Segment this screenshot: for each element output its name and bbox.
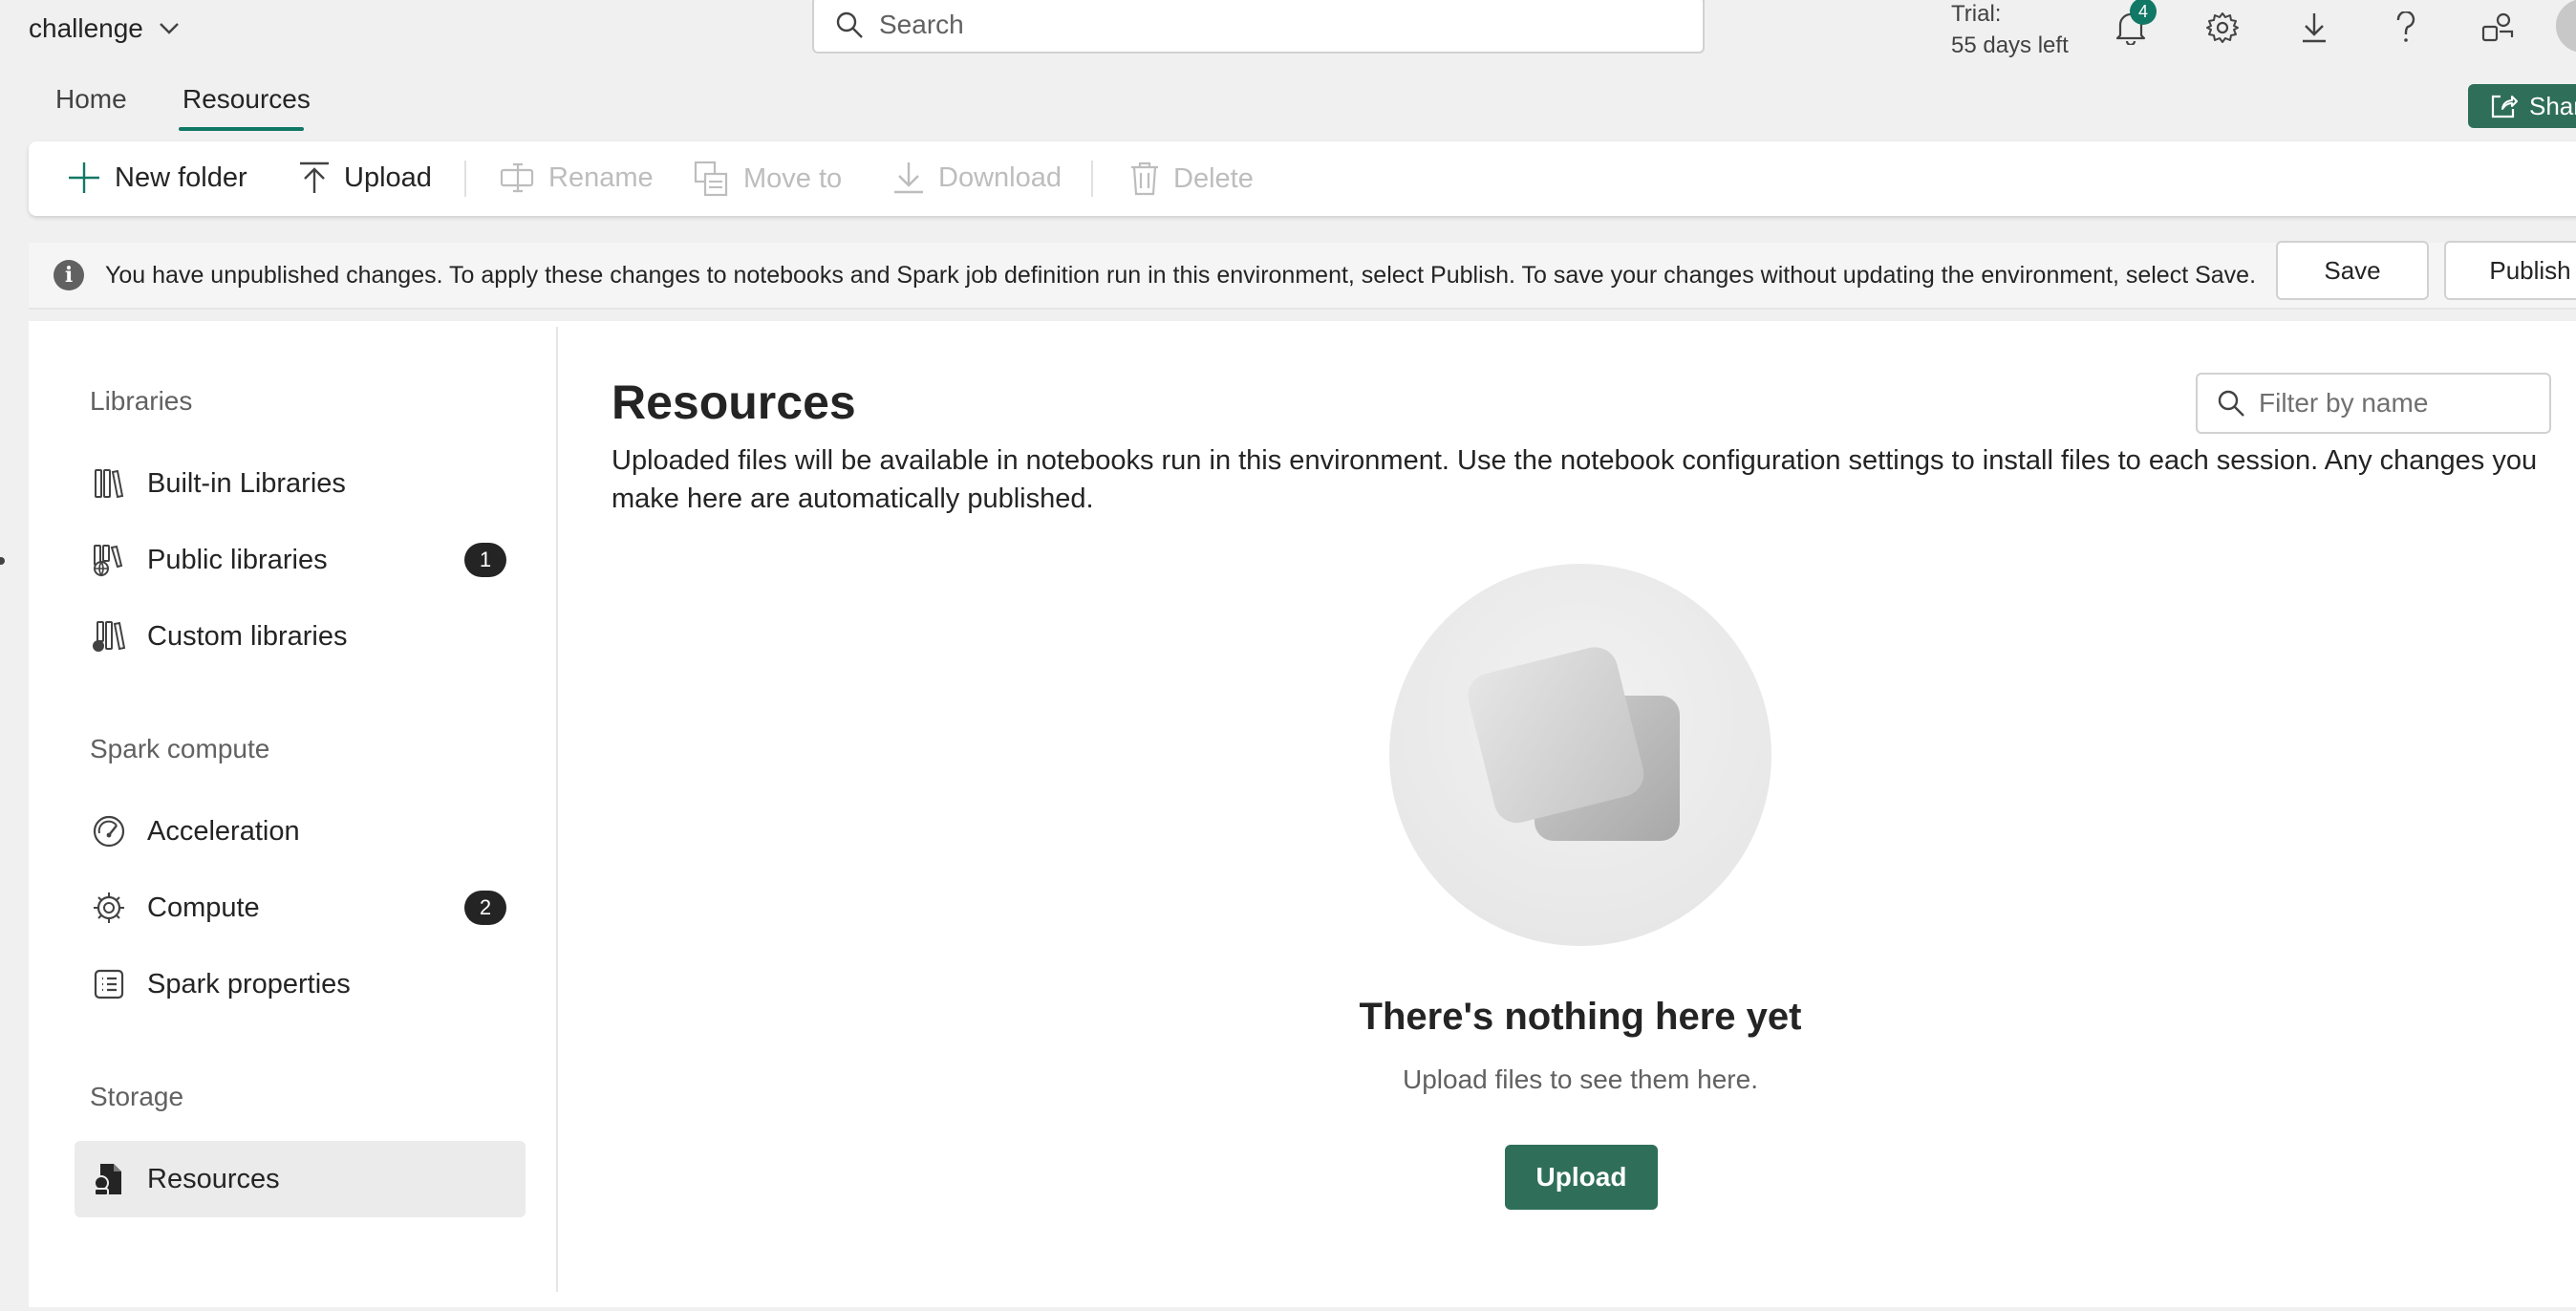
search-icon	[835, 11, 864, 39]
sidebar-item-compute[interactable]: Compute 2	[75, 870, 526, 946]
search-icon	[2217, 389, 2245, 418]
delete-button[interactable]: Delete	[1129, 161, 1254, 197]
move-icon	[694, 161, 730, 197]
sidebar-item-acceleration[interactable]: Acceleration	[75, 793, 526, 870]
active-tab-indicator	[179, 127, 304, 131]
filter-placeholder: Filter by name	[2259, 388, 2429, 418]
sidebar-item-label: Public libraries	[147, 544, 328, 575]
page-description: Uploaded files will be available in note…	[612, 445, 2538, 514]
unpublished-message: You have unpublished changes. To apply t…	[105, 262, 2257, 289]
speedometer-icon	[90, 812, 128, 850]
save-button[interactable]: Save	[2276, 241, 2429, 300]
account-manager-button[interactable]	[2476, 6, 2520, 50]
custom-library-icon	[90, 617, 128, 656]
info-icon: i	[54, 260, 84, 290]
search-placeholder: Search	[879, 10, 964, 39]
new-folder-label: New folder	[115, 161, 247, 193]
toolbar-divider	[1091, 161, 1093, 197]
avatar[interactable]	[2553, 0, 2576, 55]
sidebar-item-label: Resources	[147, 1163, 280, 1194]
filter-by-name-input[interactable]: Filter by name	[2196, 373, 2551, 434]
settings-button[interactable]	[2200, 6, 2244, 50]
empty-state-title: There's nothing here yet	[1359, 996, 1802, 1038]
publish-button[interactable]: Publish	[2444, 241, 2576, 300]
unpublished-changes-bar: i You have unpublished changes. To apply…	[29, 241, 2576, 310]
sidebar-item-resources[interactable]: Resources	[75, 1141, 526, 1217]
share-button[interactable]: Share	[2468, 84, 2576, 128]
gear-icon	[2205, 11, 2240, 45]
libraries-section-header: Libraries	[90, 386, 193, 416]
chip-icon	[90, 889, 128, 927]
upload-toolbar-button[interactable]: Upload	[298, 161, 432, 195]
sidebar-item-custom-libraries[interactable]: Custom libraries	[75, 598, 526, 675]
search-box[interactable]: Search	[812, 0, 1705, 54]
download-button[interactable]	[2292, 6, 2336, 50]
sidebar-item-label: Built-in Libraries	[147, 467, 346, 499]
list-icon	[90, 965, 128, 1003]
empty-state-illustration	[1389, 564, 1771, 946]
upload-button[interactable]: Upload	[1505, 1145, 1658, 1210]
rename-label: Rename	[548, 161, 654, 193]
sidebar-item-label: Custom libraries	[147, 620, 348, 652]
share-icon	[2489, 92, 2518, 120]
sidebar-item-public-libraries[interactable]: Public libraries 1	[75, 522, 526, 598]
download-label: Download	[938, 161, 1062, 193]
share-label: Share	[2529, 91, 2576, 120]
upload-label: Upload	[344, 161, 432, 193]
trial-label: Trial:	[1951, 1, 2002, 27]
workspace-name: challenge	[29, 13, 143, 43]
download-icon	[892, 161, 925, 195]
download-toolbar-button[interactable]: Download	[892, 161, 1062, 195]
compute-count-badge: 2	[464, 891, 506, 925]
public-libraries-count-badge: 1	[464, 543, 506, 577]
sidebar-item-built-in-libraries[interactable]: Built-in Libraries	[75, 445, 526, 522]
trial-days: 55 days left	[1951, 32, 2069, 58]
page-title: Resources	[612, 376, 856, 429]
trial-status[interactable]: Trial: 55 days left	[1951, 0, 2069, 61]
move-to-button[interactable]: Move to	[694, 161, 842, 197]
help-button[interactable]	[2384, 6, 2428, 50]
spark-compute-section-header: Spark compute	[90, 734, 270, 763]
toolbar-divider	[464, 161, 466, 197]
move-to-label: Move to	[743, 162, 843, 194]
tab-resources[interactable]: Resources	[182, 84, 311, 115]
sidebar-item-label: Compute	[147, 892, 260, 923]
sidebar-item-label: Acceleration	[147, 815, 300, 847]
sidebar-item-spark-properties[interactable]: Spark properties	[75, 946, 526, 1022]
toolbar: New folder Upload Rename Move to Downloa…	[29, 141, 2576, 216]
tab-home[interactable]: Home	[55, 84, 127, 115]
rename-button[interactable]: Rename	[499, 161, 654, 195]
sidebar-divider	[556, 327, 558, 1292]
workspace-selector[interactable]: challenge	[29, 8, 180, 50]
delete-icon	[1129, 161, 1160, 197]
sidebar-item-label: Spark properties	[147, 968, 351, 999]
chevron-down-icon	[159, 22, 180, 35]
globe-library-icon	[90, 541, 128, 579]
download-icon	[2300, 11, 2329, 44]
document-icon	[90, 1160, 128, 1198]
library-icon	[90, 464, 128, 503]
new-folder-button[interactable]: New folder	[67, 161, 247, 195]
rename-icon	[499, 161, 535, 195]
upload-icon	[298, 161, 331, 195]
add-icon	[67, 161, 101, 195]
people-icon	[2480, 11, 2515, 45]
resize-handle[interactable]	[0, 557, 5, 565]
help-icon	[2394, 11, 2417, 44]
storage-section-header: Storage	[90, 1082, 184, 1111]
empty-state-subtitle: Upload files to see them here.	[1403, 1064, 1758, 1094]
delete-label: Delete	[1173, 162, 1254, 194]
